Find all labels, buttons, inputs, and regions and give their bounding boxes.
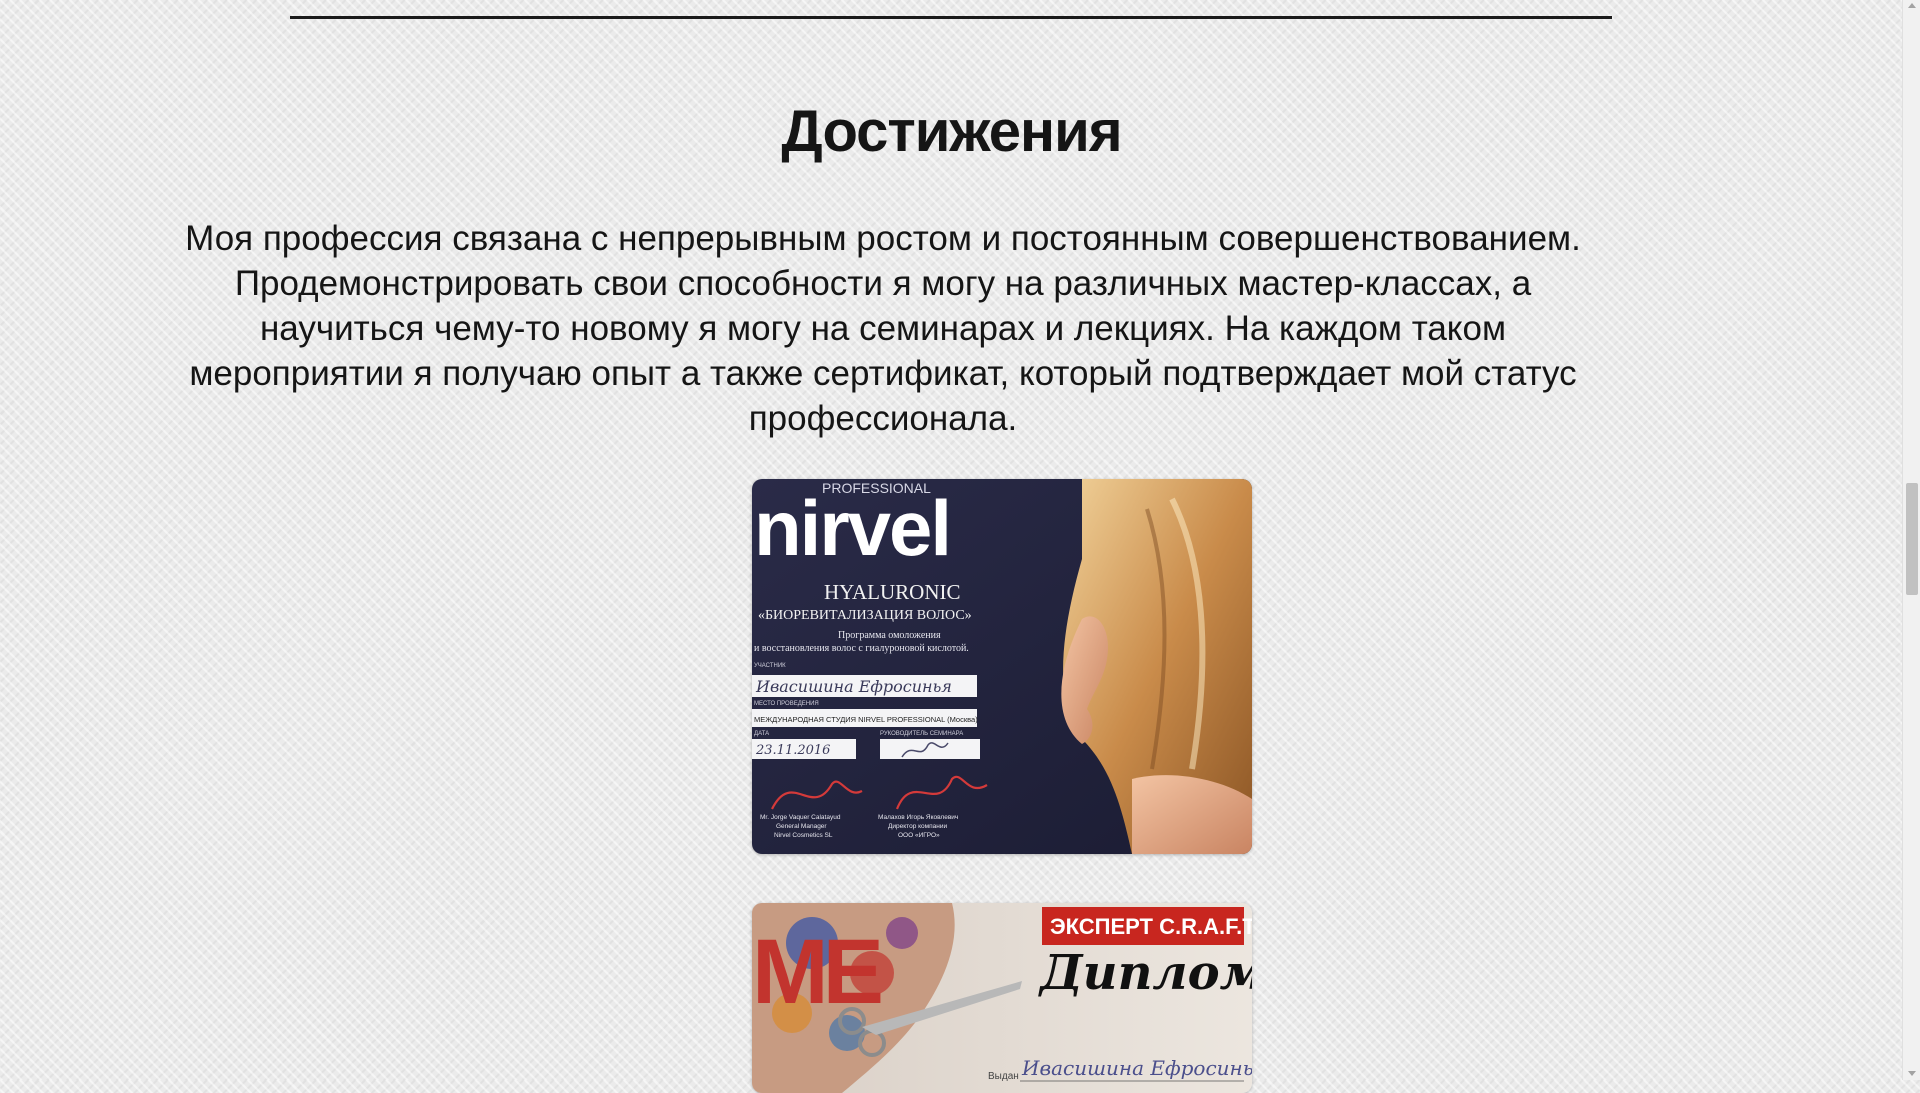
section-intro-text: Моя профессия связана с непрерывным рост… — [185, 219, 1581, 438]
signer-1-role: General Manager — [776, 823, 827, 830]
signer-2-org: ООО «ИГРО» — [898, 832, 940, 839]
signer-2-name: Малахов Игорь Яковлевич — [878, 814, 958, 821]
cert-program-line1: Программа омоложения — [838, 630, 941, 641]
cert2-issued-label: Выдан — [988, 1071, 1019, 1082]
cert-participant-label: УЧАСТНИК — [754, 663, 786, 669]
cert-place-label: МЕСТО ПРОВЕДЕНИЯ — [754, 701, 819, 707]
page-scrollbar[interactable] — [1902, 0, 1920, 1080]
cert-leader-label: РУКОВОДИТЕЛЬ СЕМИНАРА — [880, 731, 963, 737]
cert2-title: Диплом — [1038, 945, 1252, 1001]
cert-place-value: МЕЖДУНАРОДНАЯ СТУДИЯ NIRVEL PROFESSIONAL… — [754, 715, 978, 724]
cert-program-name: HYALURONIC — [824, 580, 961, 604]
cert-date-value: 23.11.2016 — [755, 743, 830, 758]
section-divider — [290, 16, 1612, 19]
certificate-photo-craft[interactable]: ME ЭКСПЕРТ C.R.A.F.T. Диплом Выдан Иваси… — [752, 903, 1252, 1093]
scroll-up-arrow-icon[interactable] — [1908, 3, 1916, 8]
cert-program-subtitle: «БИОРЕВИТАЛИЗАЦИЯ ВОЛОС» — [758, 608, 972, 623]
signer-1-org: Nirvel Cosmetics SL — [774, 832, 833, 839]
scrollbar-thumb[interactable] — [1906, 483, 1918, 595]
scroll-down-arrow-icon[interactable] — [1908, 1071, 1916, 1076]
signer-1-name: Mr. Jorge Vaquer Calatayud — [760, 814, 841, 821]
signer-2-role: Директор компании — [888, 823, 947, 830]
cert-brand-logo: nirvel — [754, 484, 950, 572]
cert-program-line2: и восстановления волос с гиалуроновой ки… — [754, 643, 969, 654]
cert2-logo: ME — [752, 921, 881, 1023]
section-title: Достижения — [781, 99, 1122, 164]
cert-date-label: ДАТА — [754, 731, 769, 737]
cert2-badge-text: ЭКСПЕРТ C.R.A.F.T. — [1050, 914, 1252, 939]
cert-participant-name: Ивасишина Ефросинья — [755, 677, 952, 696]
cert2-issued-to: Ивасишина Ефросинья — [1021, 1056, 1252, 1080]
certificate-photo-nirvel[interactable]: PROFESSIONAL nirvel HYALURONIC «БИОРЕВИТ… — [752, 479, 1252, 854]
page: Достижения Моя профессия связана с непре… — [0, 0, 1903, 1093]
